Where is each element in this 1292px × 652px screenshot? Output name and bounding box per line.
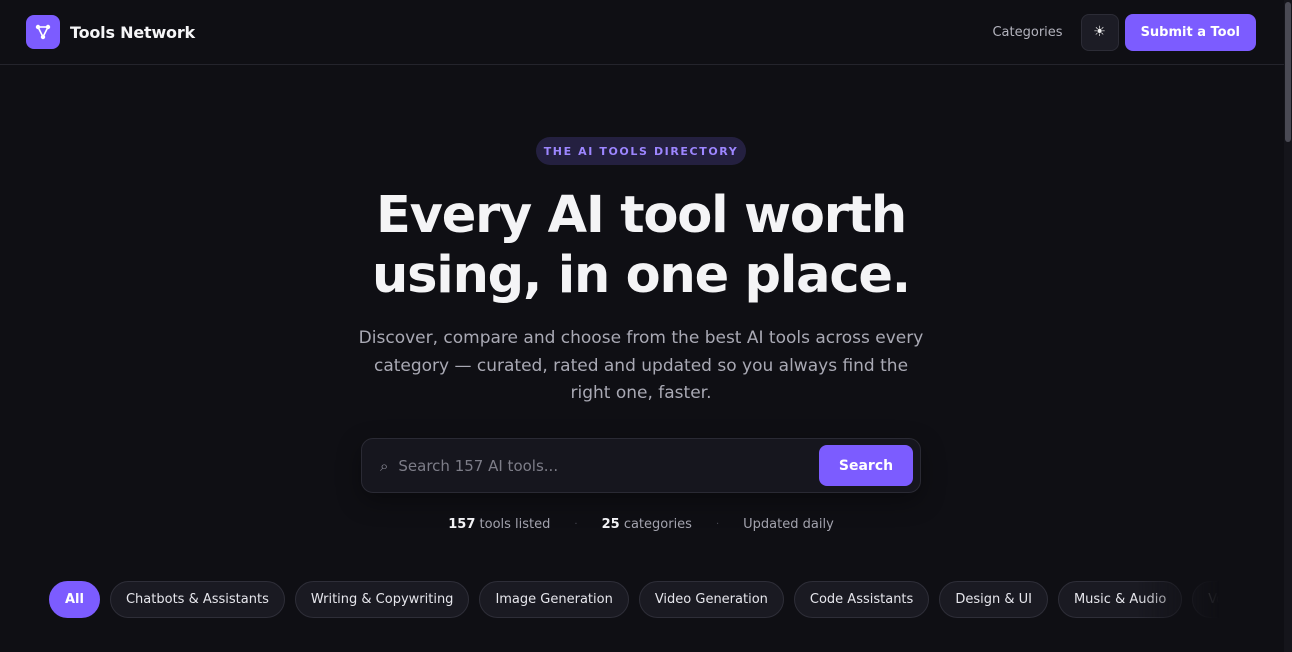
nav-categories-link[interactable]: Categories	[992, 25, 1062, 40]
hero-title: Every AI tool worth using, in one place.	[346, 186, 936, 306]
brand[interactable]: Tools Network	[26, 15, 195, 49]
sun-icon: ☀	[1093, 24, 1106, 40]
category-chip[interactable]: Video Generation	[638, 581, 784, 618]
category-chip[interactable]: Code Assistants	[793, 581, 930, 618]
eyebrow-badge: THE AI TOOLS DIRECTORY	[536, 137, 746, 165]
category-chip[interactable]: All	[49, 581, 100, 618]
theme-toggle-button[interactable]: ☀	[1080, 13, 1119, 51]
category-chip[interactable]: Design & UI	[939, 581, 1048, 618]
top-nav: Categories ☀ Submit a Tool	[992, 13, 1256, 51]
search-input[interactable]	[398, 456, 819, 475]
stat-separator: ·	[574, 518, 578, 530]
category-chip[interactable]: Image Generation	[479, 581, 629, 618]
stat-categories: 25 categories	[601, 516, 692, 532]
stats-row: 157 tools listed · 25 categories · Updat…	[361, 515, 921, 533]
search-bar: ⌕ Search	[361, 438, 921, 493]
hero-title-line-2: using, in one place.	[372, 246, 911, 305]
hero-title-line-1: Every AI tool worth	[376, 186, 907, 245]
scrollbar-thumb[interactable]	[1285, 2, 1291, 142]
search-icon: ⌕	[380, 456, 389, 475]
page-scrollbar[interactable]	[1284, 0, 1292, 652]
stat-separator: ·	[715, 518, 720, 530]
search-button[interactable]: Search	[819, 445, 913, 486]
category-chip[interactable]: Writing & Copywriting	[294, 581, 470, 618]
hero-subtitle: Discover, compare and choose from the be…	[358, 328, 924, 403]
submit-tool-button[interactable]: Submit a Tool	[1124, 13, 1256, 51]
brand-name: Tools Network	[70, 22, 195, 42]
category-filter-bar: All Chatbots & Assistants Writing & Copywr…	[49, 581, 1219, 619]
site-header: Tools Network Categories ☀ Submit a Tool	[0, 0, 1284, 65]
stat-updated: Updated daily	[743, 516, 834, 532]
category-chip[interactable]: Voice & Text-to-Speech	[1192, 581, 1219, 618]
stat-tools: 157 tools listed	[448, 516, 551, 532]
category-chip[interactable]: Chatbots & Assistants	[109, 581, 285, 618]
network-logo-icon	[26, 15, 60, 49]
category-chip[interactable]: Music & Audio	[1057, 581, 1183, 618]
